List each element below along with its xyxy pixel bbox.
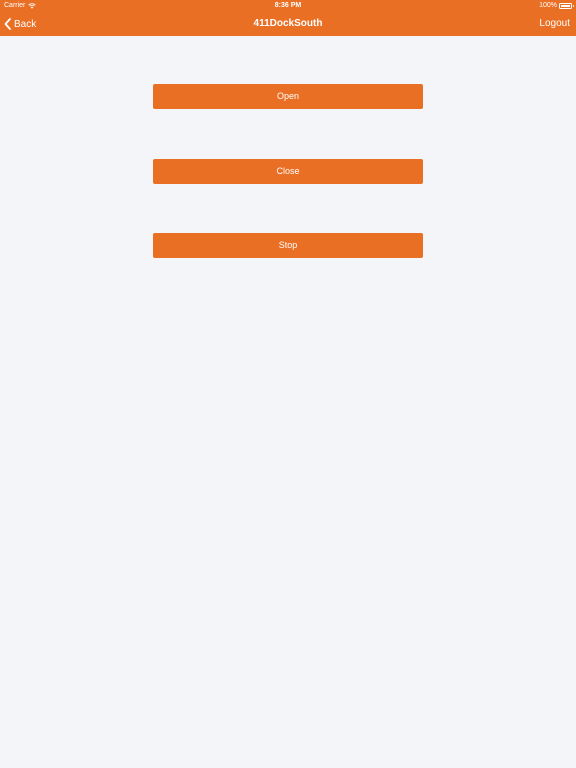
open-button[interactable]: Open xyxy=(153,84,423,109)
logout-button[interactable]: Logout xyxy=(539,15,570,33)
top-bar: Carrier 8:36 PM 100% Back 411DockSouth L… xyxy=(0,0,576,36)
navigation-bar: Back 411DockSouth Logout xyxy=(0,12,576,36)
battery-icon xyxy=(559,3,574,9)
status-battery: 100% xyxy=(539,0,574,12)
close-button[interactable]: Close xyxy=(153,159,423,184)
stop-button[interactable]: Stop xyxy=(153,233,423,258)
battery-percent: 100% xyxy=(539,2,557,9)
status-bar: Carrier 8:36 PM 100% xyxy=(0,0,576,12)
status-time: 8:36 PM xyxy=(274,2,302,9)
page-title: 411DockSouth xyxy=(253,18,323,29)
